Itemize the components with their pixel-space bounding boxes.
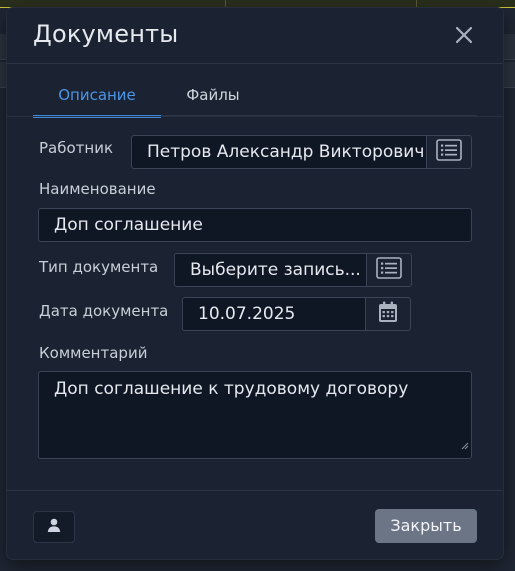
resize-handle-icon[interactable] bbox=[461, 434, 469, 456]
calendar-icon bbox=[378, 301, 398, 327]
comment-label: Комментарий bbox=[39, 344, 148, 362]
doc-date-input[interactable]: 10.07.2025 bbox=[182, 297, 366, 331]
dialog-footer: Закрыть bbox=[7, 490, 503, 559]
list-icon bbox=[436, 139, 462, 165]
user-icon bbox=[46, 517, 62, 537]
tab-label: Описание bbox=[58, 86, 136, 104]
background-column-divider bbox=[225, 0, 226, 8]
tab-label: Файлы bbox=[186, 86, 240, 104]
tab-files[interactable]: Файлы bbox=[173, 80, 253, 116]
employee-select-button[interactable] bbox=[426, 135, 472, 169]
doc-type-select-button[interactable] bbox=[366, 253, 412, 287]
documents-dialog: Документы Описание Файлы Работник Петров… bbox=[7, 8, 503, 559]
date-picker-button[interactable] bbox=[365, 297, 411, 331]
tab-description[interactable]: Описание bbox=[33, 80, 161, 118]
background-column-divider bbox=[416, 0, 417, 8]
employee-field[interactable]: Петров Александр Викторович bbox=[131, 135, 427, 169]
background-app-header bbox=[0, 0, 515, 8]
close-button[interactable]: Закрыть bbox=[375, 509, 477, 543]
divider bbox=[7, 116, 503, 117]
doc-type-label: Тип документа bbox=[39, 258, 159, 276]
dialog-title: Документы bbox=[33, 20, 179, 48]
dialog-tabs: Описание Файлы bbox=[33, 80, 477, 118]
name-label: Наименование bbox=[39, 180, 156, 198]
comment-text: Доп соглашение к трудовому договору bbox=[54, 379, 409, 399]
doc-type-field[interactable]: Выберите запись... bbox=[174, 253, 370, 287]
doc-date-label: Дата документа bbox=[39, 302, 169, 320]
employee-label: Работник bbox=[39, 139, 114, 157]
user-button[interactable] bbox=[33, 511, 75, 543]
name-input[interactable]: Доп соглашение bbox=[38, 208, 472, 242]
close-icon[interactable] bbox=[451, 22, 477, 48]
dialog-header: Документы bbox=[7, 8, 503, 64]
list-icon bbox=[376, 257, 402, 283]
comment-textarea[interactable]: Доп соглашение к трудовому договору bbox=[38, 371, 472, 459]
